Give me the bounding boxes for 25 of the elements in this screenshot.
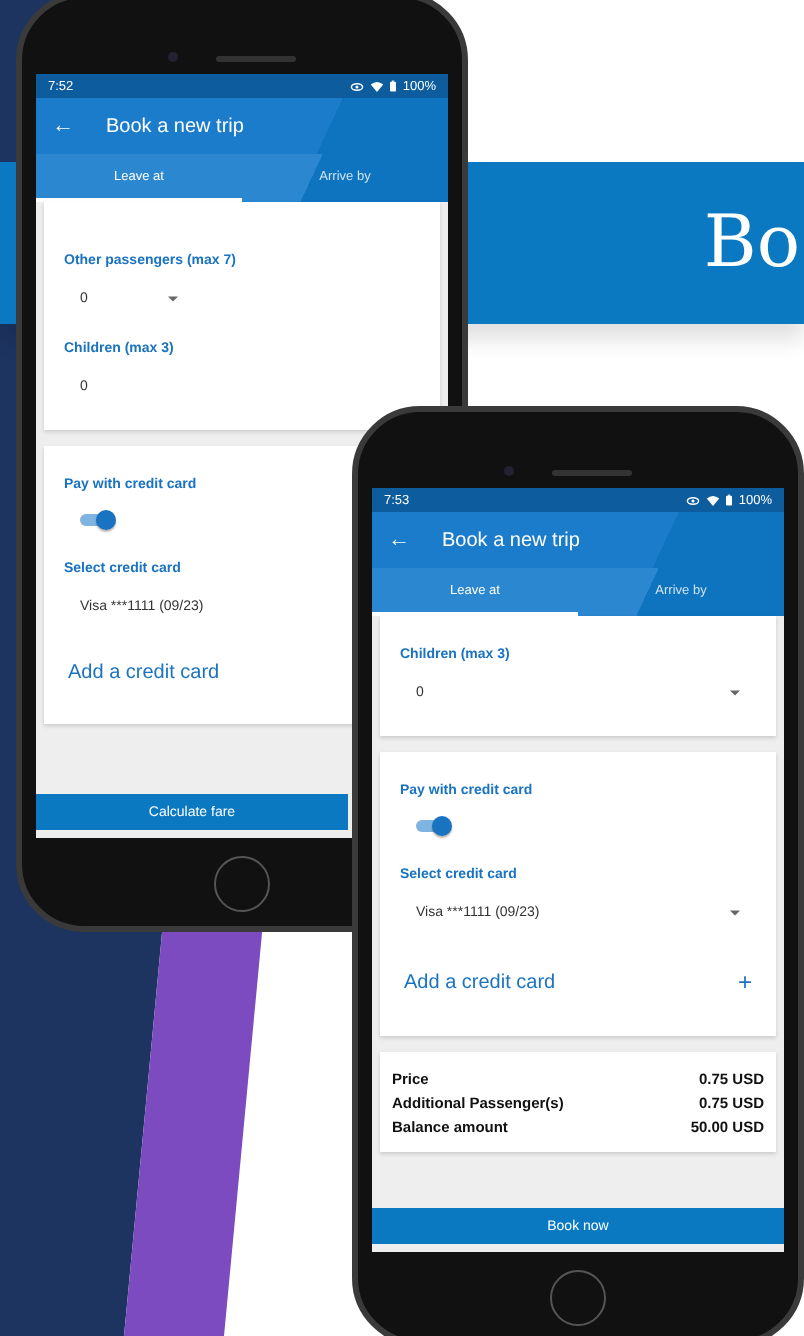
add-button[interactable]: + xyxy=(737,968,752,996)
battery-icon xyxy=(390,80,397,92)
screen-title: Book a new trip xyxy=(442,529,580,551)
battery-icon xyxy=(726,494,733,506)
eye-icon xyxy=(350,81,365,91)
speaker-slot xyxy=(216,56,296,62)
caret-icon xyxy=(730,689,740,695)
add-card-link[interactable]: Add a credit card xyxy=(68,662,220,684)
caret-icon xyxy=(730,909,740,915)
toggle-switch[interactable] xyxy=(80,514,112,526)
home-button[interactable] xyxy=(550,1270,606,1326)
home-button[interactable] xyxy=(214,856,270,912)
banner-heading: Bo xyxy=(703,202,802,284)
camera-icon xyxy=(168,52,178,62)
toggle-switch[interactable] xyxy=(416,820,448,832)
caret-icon xyxy=(167,295,178,301)
back-button[interactable]: ← xyxy=(52,114,74,138)
wifi-icon xyxy=(370,81,385,91)
add-card-link[interactable]: Add a credit card xyxy=(404,971,556,993)
screen-title: Book a new trip xyxy=(106,115,244,137)
camera-icon xyxy=(504,466,514,476)
back-button[interactable]: ← xyxy=(388,528,410,552)
speaker-slot xyxy=(552,470,632,476)
wifi-icon xyxy=(706,495,721,505)
eye-icon xyxy=(686,495,701,505)
